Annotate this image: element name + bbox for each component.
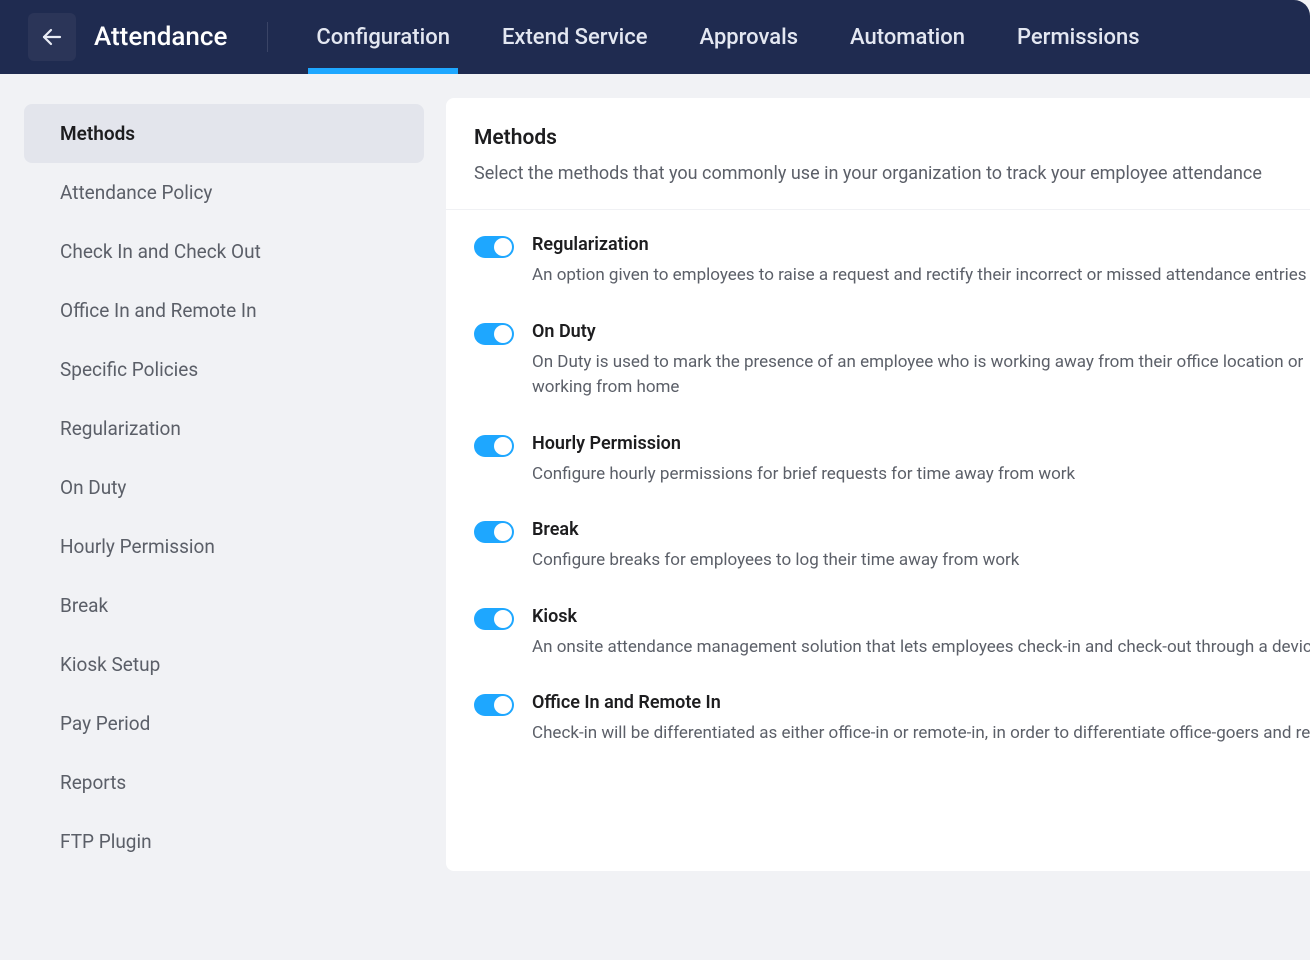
toggle-office-in-and-remote-in[interactable] bbox=[474, 694, 514, 716]
topnav-item-approvals[interactable]: Approvals bbox=[700, 0, 799, 74]
method-text: Kiosk An onsite attendance management sol… bbox=[532, 606, 1310, 661]
sidebar: MethodsAttendance PolicyCheck In and Che… bbox=[24, 98, 424, 871]
content-title: Methods bbox=[474, 126, 1282, 150]
method-row-on-duty: On Duty On Duty is used to mark the prese… bbox=[474, 321, 1310, 401]
sidebar-item-office-in-and-remote-in[interactable]: Office In and Remote In bbox=[24, 281, 424, 340]
method-row-regularization: Regularization An option given to employe… bbox=[474, 234, 1310, 289]
method-row-break: Break Configure breaks for employees to l… bbox=[474, 519, 1310, 574]
sidebar-item-ftp-plugin[interactable]: FTP Plugin bbox=[24, 812, 424, 871]
toggle-kiosk[interactable] bbox=[474, 608, 514, 630]
method-desc: Configure hourly permissions for brief r… bbox=[532, 462, 1310, 488]
method-row-hourly-permission: Hourly Permission Configure hourly permis… bbox=[474, 433, 1310, 488]
topnav: Configuration Extend Service Approvals Auto… bbox=[316, 0, 1139, 74]
back-button[interactable] bbox=[28, 13, 76, 61]
method-desc: Check-in will be differentiated as eithe… bbox=[532, 721, 1310, 747]
method-title: Break bbox=[532, 519, 1310, 540]
content-card: Methods Select the methods that you comm… bbox=[446, 98, 1310, 871]
method-title: Office In and Remote In bbox=[532, 692, 1310, 713]
topnav-item-configuration[interactable]: Configuration bbox=[316, 0, 450, 74]
method-row-office-in-and-remote-in: Office In and Remote In Check-in will be … bbox=[474, 692, 1310, 747]
method-desc: Configure breaks for employees to log th… bbox=[532, 548, 1310, 574]
method-title: Kiosk bbox=[532, 606, 1310, 627]
method-desc: On Duty is used to mark the presence of … bbox=[532, 350, 1310, 401]
method-desc: An option given to employees to raise a … bbox=[532, 263, 1310, 289]
sidebar-item-kiosk-setup[interactable]: Kiosk Setup bbox=[24, 635, 424, 694]
content-subtitle: Select the methods that you commonly use… bbox=[474, 160, 1282, 187]
sidebar-item-check-in-and-check-out[interactable]: Check In and Check Out bbox=[24, 222, 424, 281]
method-title: Hourly Permission bbox=[532, 433, 1310, 454]
vertical-separator bbox=[267, 22, 268, 52]
topnav-item-extend-service[interactable]: Extend Service bbox=[502, 0, 648, 74]
toggle-hourly-permission[interactable] bbox=[474, 435, 514, 457]
body-wrap: MethodsAttendance PolicyCheck In and Che… bbox=[0, 74, 1310, 871]
method-text: Break Configure breaks for employees to l… bbox=[532, 519, 1310, 574]
sidebar-item-methods[interactable]: Methods bbox=[24, 104, 424, 163]
sidebar-item-attendance-policy[interactable]: Attendance Policy bbox=[24, 163, 424, 222]
toggle-on-duty[interactable] bbox=[474, 323, 514, 345]
arrow-left-icon bbox=[40, 25, 64, 49]
methods-list: Regularization An option given to employe… bbox=[446, 210, 1310, 747]
method-text: On Duty On Duty is used to mark the prese… bbox=[532, 321, 1310, 401]
sidebar-item-regularization[interactable]: Regularization bbox=[24, 399, 424, 458]
sidebar-item-pay-period[interactable]: Pay Period bbox=[24, 694, 424, 753]
method-title: On Duty bbox=[532, 321, 1310, 342]
sidebar-item-specific-policies[interactable]: Specific Policies bbox=[24, 340, 424, 399]
method-row-kiosk: Kiosk An onsite attendance management sol… bbox=[474, 606, 1310, 661]
sidebar-item-break[interactable]: Break bbox=[24, 576, 424, 635]
method-desc: An onsite attendance management solution… bbox=[532, 635, 1310, 661]
method-text: Office In and Remote In Check-in will be … bbox=[532, 692, 1310, 747]
content-header: Methods Select the methods that you comm… bbox=[446, 126, 1310, 210]
sidebar-item-reports[interactable]: Reports bbox=[24, 753, 424, 812]
sidebar-item-on-duty[interactable]: On Duty bbox=[24, 458, 424, 517]
method-text: Regularization An option given to employe… bbox=[532, 234, 1310, 289]
page-title: Attendance bbox=[94, 22, 227, 52]
topbar: Attendance Configuration Extend Service Ap… bbox=[0, 0, 1310, 74]
topnav-item-automation[interactable]: Automation bbox=[850, 0, 965, 74]
toggle-regularization[interactable] bbox=[474, 236, 514, 258]
topnav-item-permissions[interactable]: Permissions bbox=[1017, 0, 1140, 74]
sidebar-item-hourly-permission[interactable]: Hourly Permission bbox=[24, 517, 424, 576]
method-text: Hourly Permission Configure hourly permis… bbox=[532, 433, 1310, 488]
toggle-break[interactable] bbox=[474, 521, 514, 543]
method-title: Regularization bbox=[532, 234, 1310, 255]
